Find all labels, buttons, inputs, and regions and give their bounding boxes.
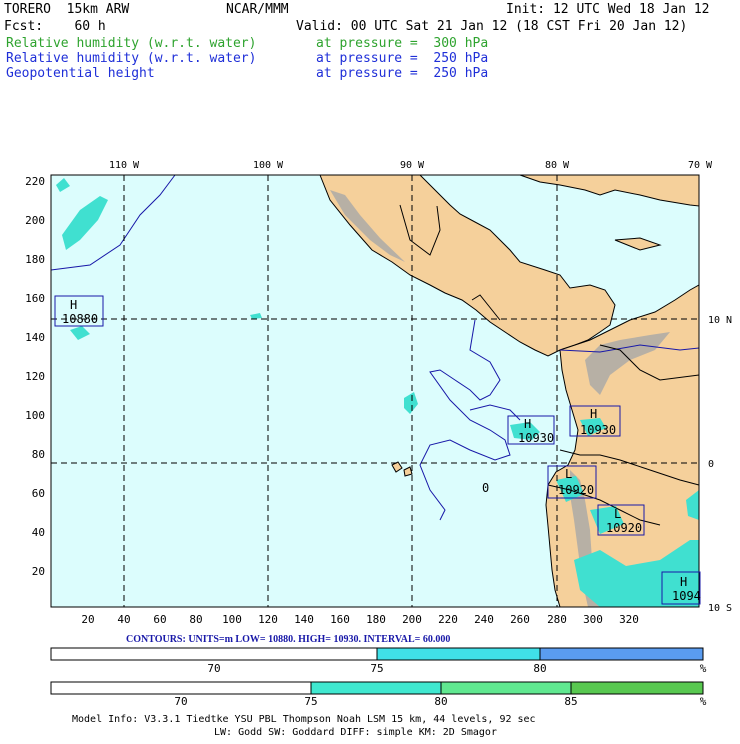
- svg-text:180: 180: [25, 253, 45, 266]
- colorbar-250hpa: [50, 647, 704, 661]
- center-type-5: L: [614, 507, 621, 521]
- center-type-2: H: [524, 417, 531, 431]
- svg-text:240: 240: [474, 613, 494, 626]
- lat-label-10n: 10 N: [708, 315, 732, 326]
- svg-text:300: 300: [583, 613, 603, 626]
- svg-text:220: 220: [438, 613, 458, 626]
- colorbar-300hpa: [50, 681, 704, 695]
- center-value-1: 10880: [62, 312, 98, 326]
- svg-text:140: 140: [25, 331, 45, 344]
- model-info-line1: Model Info: V3.3.1 Tiedtke YSU PBL Thomp…: [72, 714, 536, 725]
- svg-text:200: 200: [402, 613, 422, 626]
- cb300-label-70: 70: [174, 695, 187, 708]
- svg-text:80: 80: [32, 448, 45, 461]
- lat-label-0: 0: [708, 459, 714, 470]
- cb300-label-80: 80: [434, 695, 447, 708]
- weather-map: [50, 174, 700, 608]
- svg-text:60: 60: [153, 613, 166, 626]
- svg-text:100: 100: [222, 613, 242, 626]
- svg-text:160: 160: [330, 613, 350, 626]
- svg-text:120: 120: [258, 613, 278, 626]
- lon-label-110w: 110 W: [109, 160, 140, 171]
- svg-text:280: 280: [547, 613, 567, 626]
- svg-text:200: 200: [25, 214, 45, 227]
- center-type-1: H: [70, 298, 77, 312]
- lon-label-70w: 70 W: [688, 160, 713, 171]
- center-type-4: L: [565, 467, 572, 481]
- svg-text:60: 60: [32, 487, 45, 500]
- svg-text:320: 320: [619, 613, 639, 626]
- bottom-axis-ticks: 20 40 60 80 100 120 140 160 180 200 220 …: [81, 613, 639, 626]
- svg-text:140: 140: [294, 613, 314, 626]
- svg-text:180: 180: [366, 613, 386, 626]
- svg-text:40: 40: [117, 613, 130, 626]
- center-value-4: 10920: [558, 483, 594, 497]
- lon-label-90w: 90 W: [400, 160, 425, 171]
- cb250-label-75: 75: [370, 662, 383, 675]
- left-axis-ticks: 220 200 180 160 140 120 100 80 60 40 20: [25, 175, 45, 578]
- center-type-3: H: [590, 407, 597, 421]
- center-value-5: 10920: [606, 521, 642, 535]
- cb300-label-75: 75: [304, 695, 317, 708]
- cb300-label-pct: %: [700, 695, 707, 708]
- cb250-label-pct: %: [700, 662, 707, 675]
- contour-label-0: 0: [482, 481, 489, 495]
- svg-text:100: 100: [25, 409, 45, 422]
- svg-text:220: 220: [25, 175, 45, 188]
- svg-text:120: 120: [25, 370, 45, 383]
- center-value-6: 1094: [672, 589, 701, 603]
- lon-label-80w: 80 W: [545, 160, 570, 171]
- cb250-label-80: 80: [533, 662, 546, 675]
- center-type-6: H: [680, 575, 687, 589]
- svg-text:260: 260: [510, 613, 530, 626]
- contours-info: CONTOURS: UNITS=m LOW= 10880. HIGH= 1093…: [126, 634, 450, 645]
- svg-text:160: 160: [25, 292, 45, 305]
- lat-label-10s: 10 S: [708, 603, 732, 614]
- cb250-label-70: 70: [207, 662, 220, 675]
- svg-text:40: 40: [32, 526, 45, 539]
- model-info-line2: LW: Godd SW: Goddard DIFF: simple KM: 2D…: [214, 727, 497, 738]
- center-value-3: 10930: [580, 423, 616, 437]
- svg-text:80: 80: [189, 613, 202, 626]
- svg-text:20: 20: [32, 565, 45, 578]
- lon-label-100w: 100 W: [253, 160, 284, 171]
- cb300-label-85: 85: [564, 695, 577, 708]
- center-value-2: 10930: [518, 431, 554, 445]
- svg-text:20: 20: [81, 613, 94, 626]
